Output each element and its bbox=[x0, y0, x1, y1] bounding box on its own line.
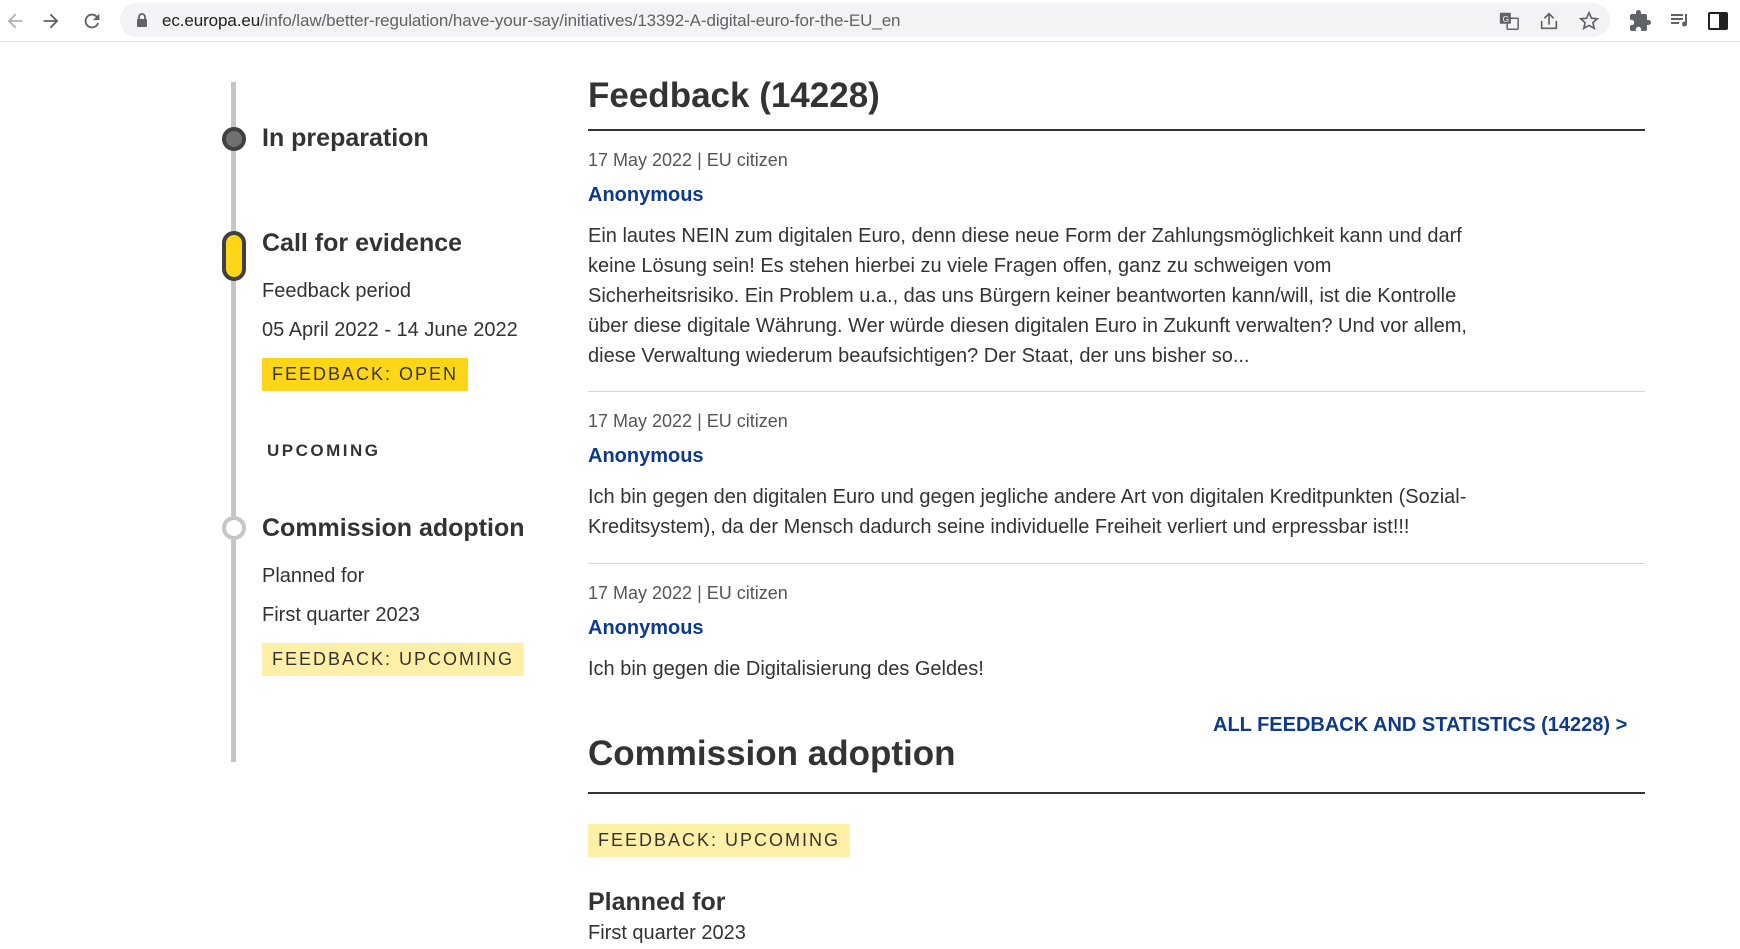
url-text[interactable]: ec.europa.eu/info/law/better-regulation/… bbox=[162, 11, 901, 31]
url-path: /info/law/better-regulation/have-your-sa… bbox=[260, 11, 901, 30]
back-icon[interactable] bbox=[0, 6, 30, 36]
feedback-meta: 17 May 2022 | EU citizen bbox=[588, 411, 788, 431]
feedback-author-link[interactable]: Anonymous bbox=[588, 617, 704, 640]
feedback-text: Ich bin gegen die Digitalisierung des Ge… bbox=[588, 658, 984, 680]
stage-marker-current bbox=[222, 231, 246, 281]
browser-toolbar: ec.europa.eu/info/law/better-regulation/… bbox=[0, 0, 1740, 42]
upcoming-label: UPCOMING bbox=[267, 441, 381, 460]
url-domain: ec.europa.eu bbox=[162, 11, 261, 30]
side-panel-icon[interactable] bbox=[1706, 9, 1730, 33]
planned-for-value: First quarter 2023 bbox=[262, 604, 420, 626]
reload-icon[interactable] bbox=[77, 6, 107, 36]
stage-title-commission-adoption: Commission adoption bbox=[262, 514, 525, 542]
svg-text:G: G bbox=[1503, 15, 1509, 24]
forward-icon[interactable] bbox=[36, 6, 66, 36]
feedback-open-badge: FEEDBACK: OPEN bbox=[262, 358, 469, 391]
star-icon[interactable] bbox=[1578, 10, 1600, 32]
share-icon[interactable] bbox=[1538, 10, 1560, 32]
feedback-period-label: Feedback period bbox=[262, 280, 411, 302]
adoption-planned-value: First quarter 2023 bbox=[588, 922, 746, 944]
feedback-meta: 17 May 2022 | EU citizen bbox=[588, 583, 788, 603]
reading-list-icon[interactable] bbox=[1668, 9, 1692, 33]
stage-marker-done bbox=[222, 127, 246, 151]
feedback-meta: 17 May 2022 | EU citizen bbox=[588, 150, 788, 170]
feedback-text: Ein lautes NEIN zum digitalen Euro, denn… bbox=[588, 225, 1467, 367]
stage-marker-upcoming bbox=[222, 516, 246, 540]
planned-for-label: Planned for bbox=[262, 565, 365, 587]
feedback-author-link[interactable]: Anonymous bbox=[588, 445, 704, 468]
feedback-divider bbox=[588, 391, 1645, 392]
feedback-divider bbox=[588, 563, 1645, 564]
lock-icon[interactable] bbox=[134, 12, 150, 28]
feedback-author-link[interactable]: Anonymous bbox=[588, 184, 704, 207]
feedback-period-dates: 05 April 2022 - 14 June 2022 bbox=[262, 319, 518, 341]
feedback-text: Ich bin gegen den digitalen Euro und geg… bbox=[588, 486, 1467, 538]
stage-title-preparation: In preparation bbox=[262, 124, 429, 152]
adoption-feedback-badge: FEEDBACK: UPCOMING bbox=[588, 824, 851, 857]
feedback-title-divider bbox=[588, 129, 1645, 131]
timeline-line bbox=[231, 82, 236, 762]
extensions-icon[interactable] bbox=[1628, 9, 1652, 33]
all-feedback-link[interactable]: ALL FEEDBACK AND STATISTICS (14228) > bbox=[1213, 714, 1627, 737]
feedback-upcoming-badge: FEEDBACK: UPCOMING bbox=[262, 643, 525, 676]
adoption-planned-label: Planned for bbox=[588, 888, 726, 916]
address-bar[interactable]: ec.europa.eu/info/law/better-regulation/… bbox=[120, 3, 1610, 37]
adoption-title-divider bbox=[588, 792, 1645, 794]
feedback-title: Feedback (14228) bbox=[588, 76, 880, 115]
adoption-title: Commission adoption bbox=[588, 734, 956, 773]
stage-title-call-for-evidence: Call for evidence bbox=[262, 229, 463, 257]
translate-icon[interactable]: G bbox=[1498, 10, 1520, 32]
